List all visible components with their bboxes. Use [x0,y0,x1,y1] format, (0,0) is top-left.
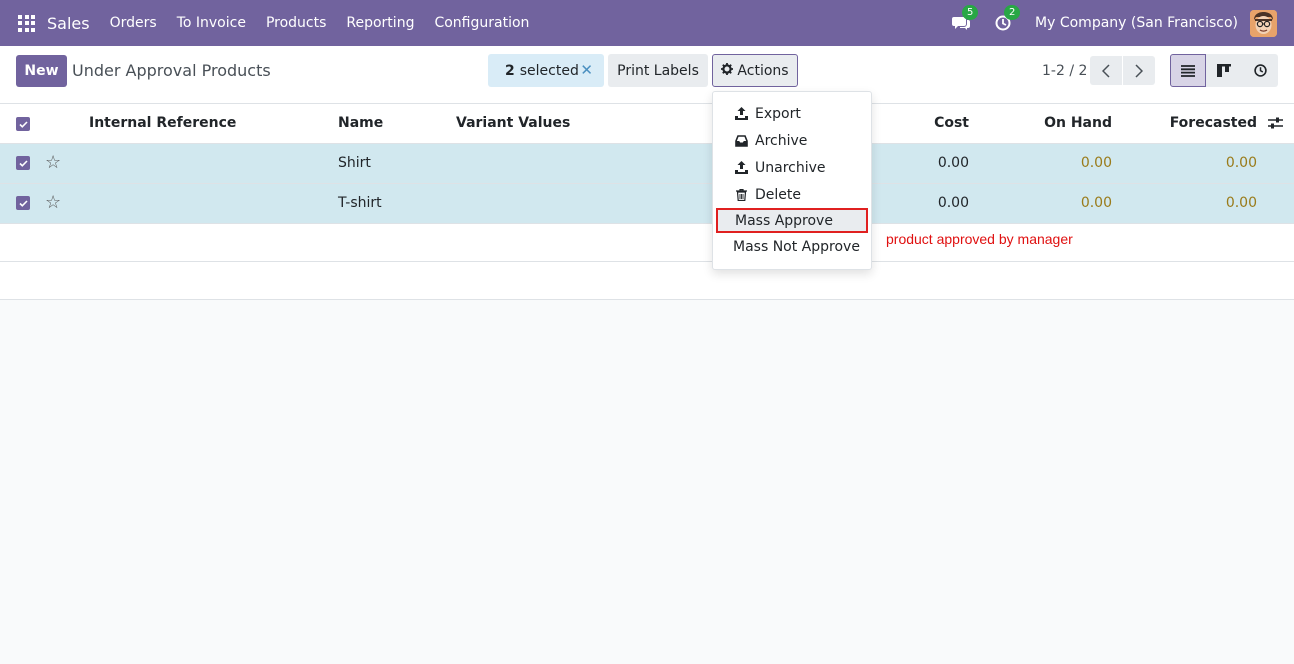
row-checkbox[interactable] [16,156,30,170]
messaging-button[interactable]: 5 [951,5,979,33]
pager-next-button[interactable] [1123,56,1155,85]
action-delete[interactable]: Delete [713,181,871,208]
select-all-checkbox[interactable] [16,117,30,131]
cell-on-hand: 0.00 [1080,155,1112,171]
empty-row [0,224,1294,262]
kanban-view-button[interactable] [1206,54,1242,87]
menu-item-reporting[interactable]: Reporting [336,15,424,31]
cell-cost: 0.00 [937,195,969,211]
print-labels-button[interactable]: Print Labels [608,54,708,87]
table-header: Internal Reference Name Variant Values C… [0,104,1294,144]
gear-icon [721,63,734,78]
user-avatar[interactable] [1250,9,1277,37]
clock-icon [1253,64,1267,77]
pager-previous-button[interactable] [1090,56,1122,85]
col-internal-reference[interactable]: Internal Reference [89,115,236,131]
favorite-star-icon[interactable]: ☆ [45,192,61,213]
menu-item-configuration[interactable]: Configuration [424,15,539,31]
actions-dropdown: Export Archive Unarchive Delete Mass App… [712,91,872,270]
col-name[interactable]: Name [338,115,383,131]
action-label: Export [755,105,801,122]
empty-row [0,262,1294,300]
chat-badge: 5 [962,5,979,20]
company-switcher[interactable]: My Company (San Francisco) [1035,15,1238,31]
main-menu: Orders To Invoice Products Reporting Con… [100,15,540,31]
selected-label: selected [519,62,579,79]
action-mass-not-approve[interactable]: Mass Not Approve [713,233,871,260]
menu-item-to-invoice[interactable]: To Invoice [167,15,256,31]
cell-name: Shirt [338,155,371,171]
control-panel: New Under Approval Products 2 selected ✕… [0,46,1294,104]
action-mass-approve[interactable]: Mass Approve [716,208,868,233]
table-row[interactable]: ☆ Shirt 0.00 0.00 0.00 [0,144,1294,184]
chevron-right-icon [1135,63,1143,78]
page-title: Under Approval Products [72,61,271,80]
activity-view-button[interactable] [1242,54,1278,87]
new-button[interactable]: New [16,55,67,87]
cell-forecasted: 0.00 [1225,155,1257,171]
list-icon [1181,64,1195,77]
row-checkbox[interactable] [16,196,30,210]
actions-button[interactable]: Actions [712,54,798,87]
col-on-hand[interactable]: On Hand [1044,115,1112,131]
action-label: Archive [755,132,808,149]
list-view-button[interactable] [1170,54,1206,87]
action-label: Mass Approve [735,212,833,229]
activity-button[interactable]: 2 [993,5,1021,33]
menu-item-products[interactable]: Products [256,15,336,31]
apps-menu-icon[interactable] [18,14,35,32]
action-export[interactable]: Export [713,100,871,127]
col-cost[interactable]: Cost [934,115,969,131]
app-name[interactable]: Sales [47,14,90,33]
pager-value[interactable]: 1-2 / 2 [1042,63,1087,79]
action-unarchive[interactable]: Unarchive [713,154,871,181]
column-settings-icon[interactable] [1268,116,1283,134]
inbox-icon [734,134,749,147]
selection-indicator: 2 selected ✕ [488,54,604,87]
cell-cost: 0.00 [937,155,969,171]
check-icon [18,199,28,207]
selected-count: 2 [505,62,515,79]
check-icon [18,159,28,167]
table-row[interactable]: ☆ T-shirt 0.00 0.00 0.00 [0,184,1294,224]
menu-item-orders[interactable]: Orders [100,15,167,31]
action-label: Unarchive [755,159,826,176]
action-label: Delete [755,186,801,203]
annotation-note: product approved by manager [886,231,1073,247]
kanban-icon [1217,64,1231,77]
upload-icon [734,161,749,174]
avatar-face-icon [1250,9,1277,37]
actions-label: Actions [737,62,789,79]
action-label: Mass Not Approve [733,238,860,255]
favorite-star-icon[interactable]: ☆ [45,152,61,173]
chevron-left-icon [1102,63,1110,78]
cell-forecasted: 0.00 [1225,195,1257,211]
trash-icon [734,188,749,201]
clear-selection-icon[interactable]: ✕ [580,61,593,79]
col-variant-values[interactable]: Variant Values [456,115,570,131]
top-navbar: Sales Orders To Invoice Products Reporti… [0,0,1294,46]
activity-badge: 2 [1004,5,1021,20]
cell-name: T-shirt [338,195,382,211]
action-archive[interactable]: Archive [713,127,871,154]
col-forecasted[interactable]: Forecasted [1170,115,1257,131]
product-list: Internal Reference Name Variant Values C… [0,104,1294,300]
cell-on-hand: 0.00 [1080,195,1112,211]
check-icon [18,120,28,128]
upload-icon [734,107,749,120]
